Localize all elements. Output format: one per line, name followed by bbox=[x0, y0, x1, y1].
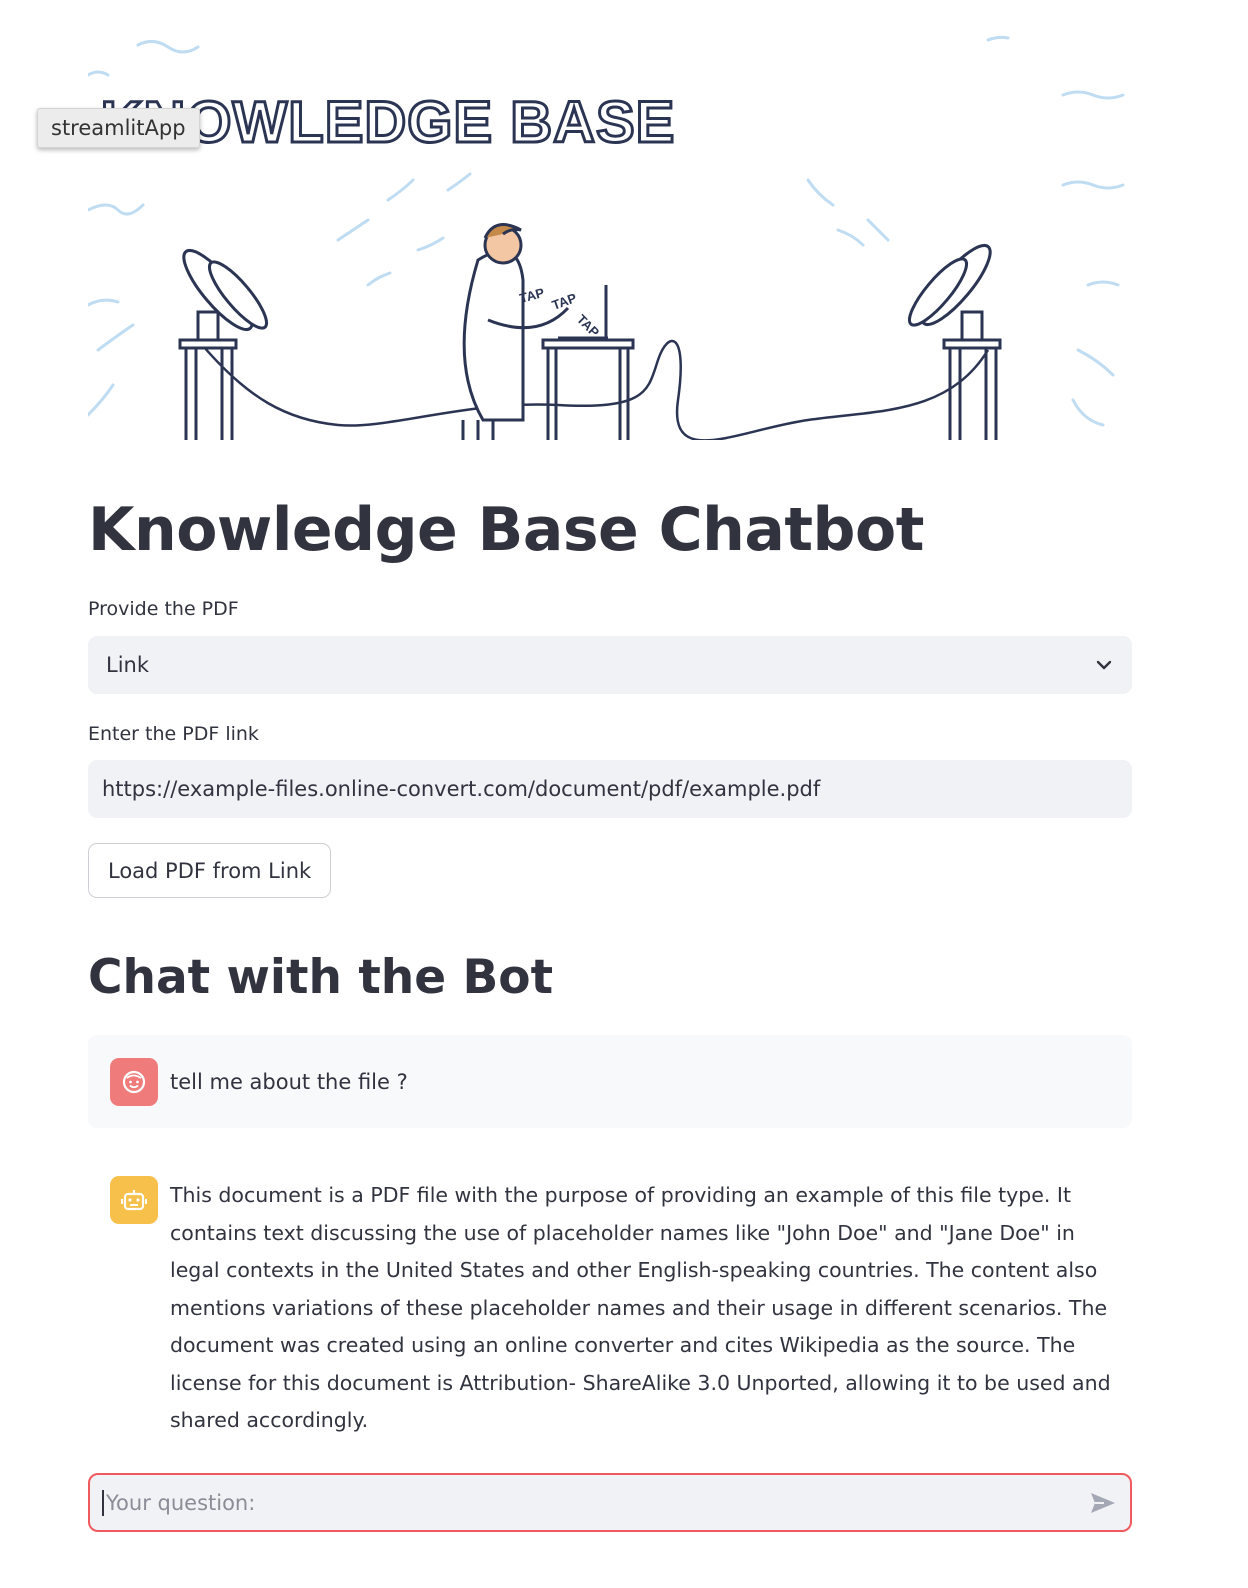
assistant-message: This document is a PDF file with the pur… bbox=[88, 1160, 1132, 1432]
robot-icon bbox=[121, 1190, 147, 1211]
user-message: tell me about the file ? bbox=[88, 1035, 1132, 1128]
source-select-value: Link bbox=[106, 653, 150, 677]
tap-text: TAP bbox=[574, 312, 603, 341]
link-input-label: Enter the PDF link bbox=[88, 723, 259, 745]
app-tooltip: streamlitApp bbox=[37, 108, 200, 148]
load-pdf-button[interactable]: Load PDF from Link bbox=[88, 843, 332, 898]
chevron-down-icon bbox=[1096, 660, 1112, 670]
user-message-text: tell me about the file ? bbox=[170, 1070, 408, 1094]
user-avatar bbox=[110, 1058, 158, 1106]
pdf-link-input[interactable] bbox=[88, 760, 1132, 818]
send-icon bbox=[1091, 1492, 1115, 1513]
chat-input-container bbox=[88, 1473, 1132, 1532]
assistant-message-text: This document is a PDF file with the pur… bbox=[170, 1183, 1111, 1432]
send-button[interactable] bbox=[1086, 1486, 1120, 1520]
tap-text: TAP bbox=[550, 290, 579, 313]
knowledge-base-banner: KNOWLEDGE BASE TAP TAP TAP bbox=[88, 20, 1132, 440]
source-select[interactable]: Link bbox=[88, 636, 1132, 694]
chat-heading: Chat with the Bot bbox=[88, 950, 554, 1005]
chat-question-input[interactable] bbox=[102, 1489, 1086, 1516]
assistant-avatar bbox=[110, 1176, 158, 1224]
page-title: Knowledge Base Chatbot bbox=[88, 495, 924, 565]
source-select-label: Provide the PDF bbox=[88, 598, 239, 620]
face-icon bbox=[122, 1070, 146, 1094]
